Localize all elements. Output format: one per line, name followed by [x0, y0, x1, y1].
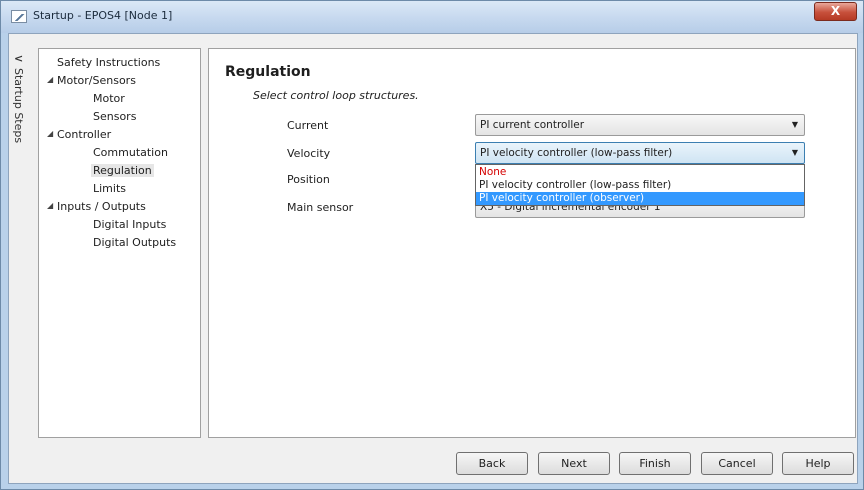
tree-item-limits[interactable]: Limits [93, 182, 126, 195]
current-label: Current [287, 119, 329, 132]
help-button[interactable]: Help [782, 452, 854, 475]
tree-item-digital-outputs[interactable]: Digital Outputs [93, 236, 176, 249]
position-label: Position [287, 173, 330, 186]
expand-triangle-icon[interactable]: ◢ [47, 75, 53, 84]
next-button[interactable]: Next [538, 452, 610, 475]
current-combobox[interactable]: PI current controller ▼ [475, 114, 805, 136]
tree-item-safety-instructions[interactable]: Safety Instructions [57, 56, 160, 69]
collapse-chevron-icon[interactable]: < [14, 52, 23, 65]
title-bar: Startup - EPOS4 [Node 1] X [1, 1, 863, 33]
window-icon [11, 10, 27, 23]
tree-item-regulation[interactable]: Regulation [91, 164, 154, 177]
startup-window: Startup - EPOS4 [Node 1] X < Startup Ste… [0, 0, 864, 490]
page-subtitle: Select control loop structures. [253, 89, 419, 102]
velocity-label: Velocity [287, 147, 331, 160]
page-title: Regulation [225, 64, 311, 80]
chevron-down-icon[interactable]: ▼ [792, 120, 798, 129]
startup-steps-strip[interactable]: < Startup Steps [9, 34, 29, 483]
expand-triangle-icon[interactable]: ◢ [47, 201, 53, 210]
chevron-down-icon[interactable]: ▼ [792, 148, 798, 157]
dropdown-option-none[interactable]: None [476, 166, 804, 179]
tree-item-motor[interactable]: Motor [93, 92, 125, 105]
velocity-combobox[interactable]: PI velocity controller (low-pass filter)… [475, 142, 805, 164]
tree-item-digital-inputs[interactable]: Digital Inputs [93, 218, 166, 231]
regulation-panel: Regulation Select control loop structure… [208, 48, 856, 438]
back-button[interactable]: Back [456, 452, 528, 475]
steps-tree: Safety Instructions ◢ Motor/Sensors Moto… [38, 48, 201, 438]
expand-triangle-icon[interactable]: ◢ [47, 129, 53, 138]
tree-item-commutation[interactable]: Commutation [93, 146, 168, 159]
finish-button[interactable]: Finish [619, 452, 691, 475]
dropdown-option-observer[interactable]: PI velocity controller (observer) [476, 192, 804, 205]
startup-steps-label: Startup Steps [12, 68, 25, 144]
tree-item-inputs-outputs[interactable]: Inputs / Outputs [57, 200, 146, 213]
tree-item-sensors[interactable]: Sensors [93, 110, 136, 123]
client-area: < Startup Steps Safety Instructions ◢ Mo… [8, 33, 858, 484]
window-title: Startup - EPOS4 [Node 1] [33, 9, 173, 22]
tree-item-motor-sensors[interactable]: Motor/Sensors [57, 74, 136, 87]
dropdown-option-low-pass-filter[interactable]: PI velocity controller (low-pass filter) [476, 179, 804, 192]
velocity-dropdown-list: None PI velocity controller (low-pass fi… [475, 164, 805, 206]
main-sensor-label: Main sensor [287, 201, 354, 214]
cancel-button[interactable]: Cancel [701, 452, 773, 475]
close-button[interactable]: X [814, 2, 857, 21]
tree-item-controller[interactable]: Controller [57, 128, 111, 141]
current-combobox-value: PI current controller [480, 119, 585, 131]
velocity-combobox-value: PI velocity controller (low-pass filter) [480, 147, 673, 159]
